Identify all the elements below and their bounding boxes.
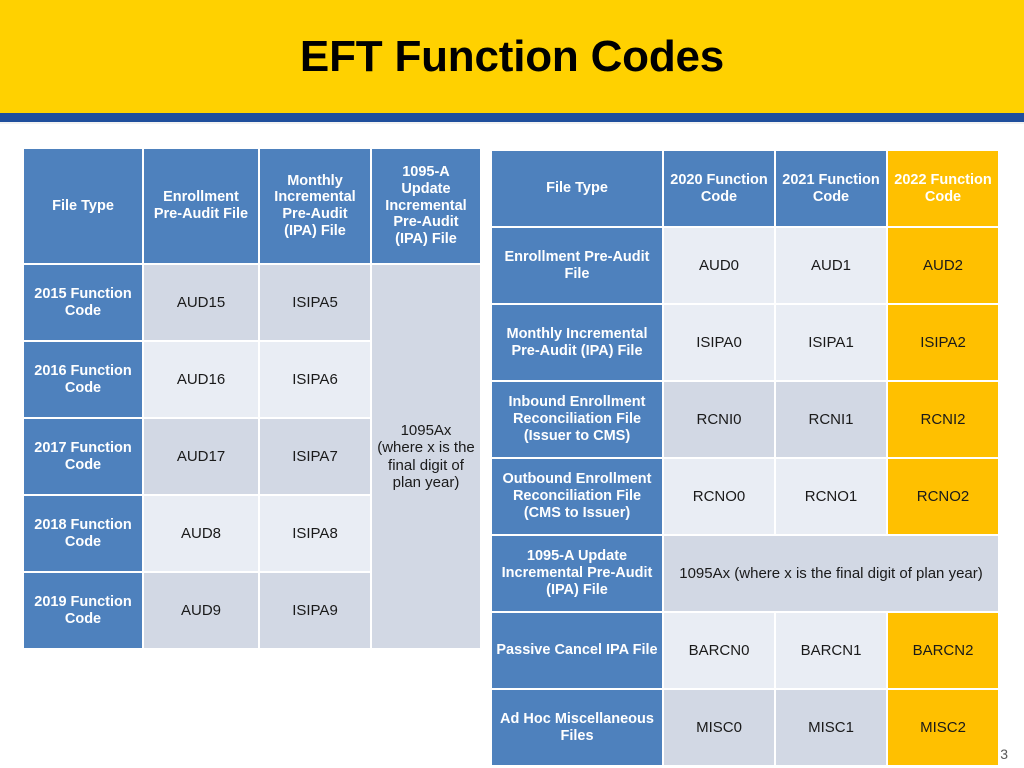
left-cell-2017-enrollment: AUD17 [144, 419, 258, 494]
right-row-label-1095a-ipa: 1095-A Update Incremental Pre-Audit (IPA… [492, 536, 662, 611]
left-cell-2018-enrollment: AUD8 [144, 496, 258, 571]
title-divider-rule [0, 113, 1024, 122]
table-row: 1095-A Update Incremental Pre-Audit (IPA… [492, 536, 998, 611]
legacy-function-codes-table: File Type Enrollment Pre-Audit File Mont… [22, 147, 482, 650]
table-row: Enrollment Pre-Audit File AUD0 AUD1 AUD2 [492, 228, 998, 303]
table-header-row: File Type 2020 Function Code 2021 Functi… [492, 151, 998, 226]
right-row-label-inbound-recon: Inbound Enrollment Reconciliation File (… [492, 382, 662, 457]
left-cell-2016-enrollment: AUD16 [144, 342, 258, 417]
right-row-label-monthly-ipa: Monthly Incremental Pre-Audit (IPA) File [492, 305, 662, 380]
right-cell-ad-hoc-misc-2021: MISC1 [776, 690, 886, 765]
right-cell-outbound-recon-2022: RCNO2 [888, 459, 998, 534]
right-cell-outbound-recon-2021: RCNO1 [776, 459, 886, 534]
right-cell-1095a-merged-note: 1095Ax (where x is the final digit of pl… [664, 536, 998, 611]
right-cell-enrollment-2021: AUD1 [776, 228, 886, 303]
left-row-label-2019: 2019 Function Code [24, 573, 142, 648]
title-divider-shadow [0, 122, 1024, 124]
table-header-row: File Type Enrollment Pre-Audit File Mont… [24, 149, 480, 263]
right-row-label-passive-cancel: Passive Cancel IPA File [492, 613, 662, 688]
right-col-header-file-type: File Type [492, 151, 662, 226]
right-col-header-2020: 2020 Function Code [664, 151, 774, 226]
left-cell-2015-monthly-ipa: ISIPA5 [260, 265, 370, 340]
right-cell-monthly-ipa-2020: ISIPA0 [664, 305, 774, 380]
right-cell-inbound-recon-2021: RCNI1 [776, 382, 886, 457]
left-cell-2019-monthly-ipa: ISIPA9 [260, 573, 370, 648]
right-cell-outbound-recon-2020: RCNO0 [664, 459, 774, 534]
right-cell-passive-cancel-2021: BARCN1 [776, 613, 886, 688]
left-cell-1095a-merged-note: 1095Ax (where x is the final digit of pl… [372, 265, 480, 648]
right-cell-monthly-ipa-2021: ISIPA1 [776, 305, 886, 380]
left-cell-2018-monthly-ipa: ISIPA8 [260, 496, 370, 571]
right-cell-inbound-recon-2022: RCNI2 [888, 382, 998, 457]
right-row-label-outbound-recon: Outbound Enrollment Reconciliation File … [492, 459, 662, 534]
left-cell-2019-enrollment: AUD9 [144, 573, 258, 648]
right-cell-ad-hoc-misc-2022: MISC2 [888, 690, 998, 765]
left-row-label-2018: 2018 Function Code [24, 496, 142, 571]
right-row-label-ad-hoc-misc: Ad Hoc Miscellaneous Files [492, 690, 662, 765]
title-banner: EFT Function Codes [0, 0, 1024, 113]
table-row: Passive Cancel IPA File BARCN0 BARCN1 BA… [492, 613, 998, 688]
page-title: EFT Function Codes [299, 31, 725, 81]
left-row-label-2016: 2016 Function Code [24, 342, 142, 417]
table-row: Inbound Enrollment Reconciliation File (… [492, 382, 998, 457]
left-row-label-2017: 2017 Function Code [24, 419, 142, 494]
right-row-label-enrollment-pre-audit: Enrollment Pre-Audit File [492, 228, 662, 303]
right-cell-inbound-recon-2020: RCNI0 [664, 382, 774, 457]
right-cell-ad-hoc-misc-2020: MISC0 [664, 690, 774, 765]
right-cell-passive-cancel-2022: BARCN2 [888, 613, 998, 688]
right-cell-monthly-ipa-2022: ISIPA2 [888, 305, 998, 380]
right-col-header-2021: 2021 Function Code [776, 151, 886, 226]
right-cell-enrollment-2020: AUD0 [664, 228, 774, 303]
table-row: Monthly Incremental Pre-Audit (IPA) File… [492, 305, 998, 380]
table-row: Ad Hoc Miscellaneous Files MISC0 MISC1 M… [492, 690, 998, 765]
slide-number: 3 [1000, 746, 1008, 762]
table-row: Outbound Enrollment Reconciliation File … [492, 459, 998, 534]
left-col-header-1095a-ipa: 1095-A Update Incremental Pre-Audit (IPA… [372, 149, 480, 263]
left-cell-2015-enrollment: AUD15 [144, 265, 258, 340]
left-col-header-enrollment-pre-audit: Enrollment Pre-Audit File [144, 149, 258, 263]
left-col-header-monthly-ipa: Monthly Incremental Pre-Audit (IPA) File [260, 149, 370, 263]
right-cell-passive-cancel-2020: BARCN0 [664, 613, 774, 688]
right-col-header-2022: 2022 Function Code [888, 151, 998, 226]
table-row: 2015 Function Code AUD15 ISIPA5 1095Ax (… [24, 265, 480, 648]
left-cell-2017-monthly-ipa: ISIPA7 [260, 419, 370, 494]
left-row-label-2015: 2015 Function Code [24, 265, 142, 340]
left-col-header-file-type: File Type [24, 149, 142, 263]
current-function-codes-table: File Type 2020 Function Code 2021 Functi… [490, 149, 1000, 767]
right-cell-enrollment-2022: AUD2 [888, 228, 998, 303]
left-cell-2016-monthly-ipa: ISIPA6 [260, 342, 370, 417]
